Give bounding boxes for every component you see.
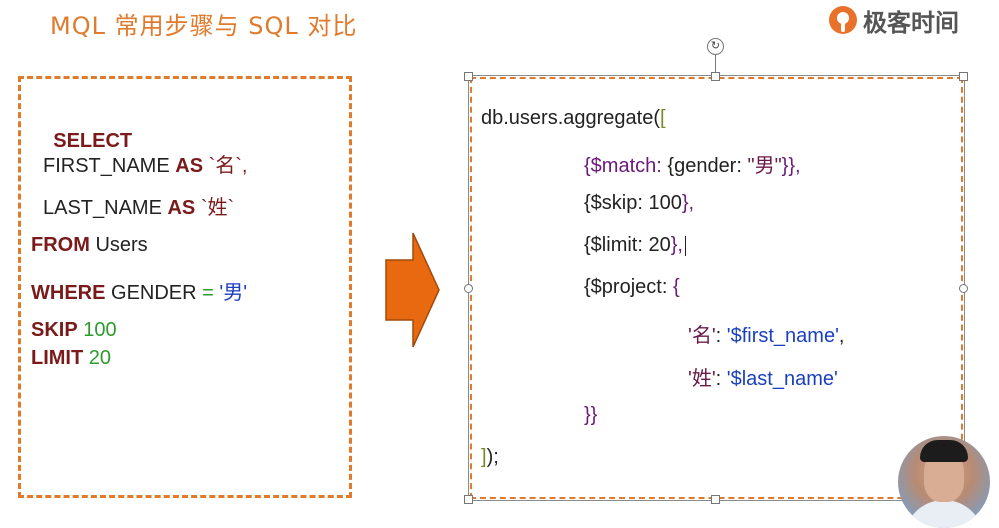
code-token: }},: [781, 155, 801, 177]
mql-line-limit: {$limit: 20},: [584, 234, 686, 257]
sql-line-skip: SKIP 100: [31, 319, 117, 342]
code-token: );: [486, 446, 499, 468]
sql-number: 20: [83, 347, 112, 369]
sql-alias: `姓`: [195, 197, 235, 219]
code-token: {: [672, 276, 680, 298]
sql-value: '男': [213, 282, 248, 304]
sql-line-limit: LIMIT 20: [31, 347, 111, 370]
sql-table: Users: [89, 234, 148, 256]
mql-line-aggregate: db.users.aggregate([: [481, 107, 666, 130]
text-cursor: [684, 235, 686, 256]
resize-handle-top-right[interactable]: [959, 72, 968, 81]
code-token: },: [681, 192, 695, 214]
rotate-handle-icon[interactable]: ↻: [707, 38, 724, 55]
mql-line-close: ]);: [481, 446, 499, 469]
code-token: {gender:: [667, 155, 748, 177]
mql-line-last-name: '姓': '$last_name': [688, 362, 838, 391]
code-token: '名': [688, 325, 716, 347]
code-token: '$first_name': [726, 325, 839, 347]
presenter-webcam: [898, 436, 990, 528]
code-token: "男": [747, 155, 782, 177]
mql-line-match: {$match: {gender: "男"}},: [584, 149, 801, 178]
presenter-shirt: [904, 500, 984, 528]
sql-alias: `名`,: [203, 155, 248, 177]
geektime-logo-icon: [829, 6, 857, 34]
code-token: ,: [838, 325, 845, 347]
sql-column: LAST_NAME: [43, 197, 168, 219]
resize-handle-top[interactable]: [711, 72, 720, 81]
sql-line-last-name: LAST_NAME AS `姓`: [43, 191, 234, 220]
sql-column: FIRST_NAME: [43, 155, 176, 177]
sql-keyword: LIMIT: [31, 347, 84, 369]
code-token: {$skip: 100: [584, 192, 682, 214]
code-token: :: [715, 368, 727, 390]
slide-title: MQL 常用步骤与 SQL 对比: [50, 12, 358, 40]
brand-name: 极客时间: [863, 8, 959, 37]
code-token: '$last_name': [726, 368, 838, 390]
code-token: [: [660, 107, 666, 129]
mql-line-close-project: }}: [584, 404, 597, 427]
resize-handle-top-left[interactable]: [464, 72, 473, 81]
sql-keyword: AS: [175, 155, 204, 177]
presenter-hair: [920, 440, 968, 462]
sql-panel: SELECT FIRST_NAME AS `名`, LAST_NAME AS `…: [18, 76, 352, 498]
sql-line-where: WHERE GENDER = '男': [31, 276, 247, 305]
sql-keyword: SKIP: [31, 319, 78, 341]
mql-code-panel[interactable]: [470, 77, 963, 499]
code-token: {$limit: 20: [584, 234, 671, 256]
code-token: '姓': [688, 368, 716, 390]
code-token: },: [670, 234, 683, 256]
sql-line-from: FROM Users: [31, 234, 148, 257]
resize-handle-bottom-left[interactable]: [464, 495, 473, 504]
brand-logo: 极客时间: [829, 2, 959, 38]
code-token: :: [715, 325, 727, 347]
resize-handle-right[interactable]: [959, 284, 968, 293]
sql-operator: =: [202, 282, 214, 304]
code-token: {$project:: [584, 276, 673, 298]
code-token: {$match:: [584, 155, 668, 177]
sql-number: 100: [77, 319, 117, 341]
mql-line-project: {$project: {: [584, 276, 680, 299]
right-arrow-icon: [385, 232, 440, 348]
sql-keyword: AS: [167, 197, 196, 219]
sql-keyword: WHERE: [31, 282, 106, 304]
code-token: db.users.aggregate(: [481, 107, 661, 129]
mql-line-first-name: '名': '$first_name',: [688, 319, 844, 348]
sql-keyword: FROM: [31, 234, 90, 256]
resize-handle-bottom[interactable]: [711, 495, 720, 504]
code-token: }}: [584, 404, 598, 426]
sql-column: GENDER: [105, 282, 203, 304]
mql-line-skip: {$skip: 100},: [584, 192, 694, 215]
sql-line-first-name: FIRST_NAME AS `名`,: [43, 149, 247, 178]
resize-handle-left[interactable]: [464, 284, 473, 293]
